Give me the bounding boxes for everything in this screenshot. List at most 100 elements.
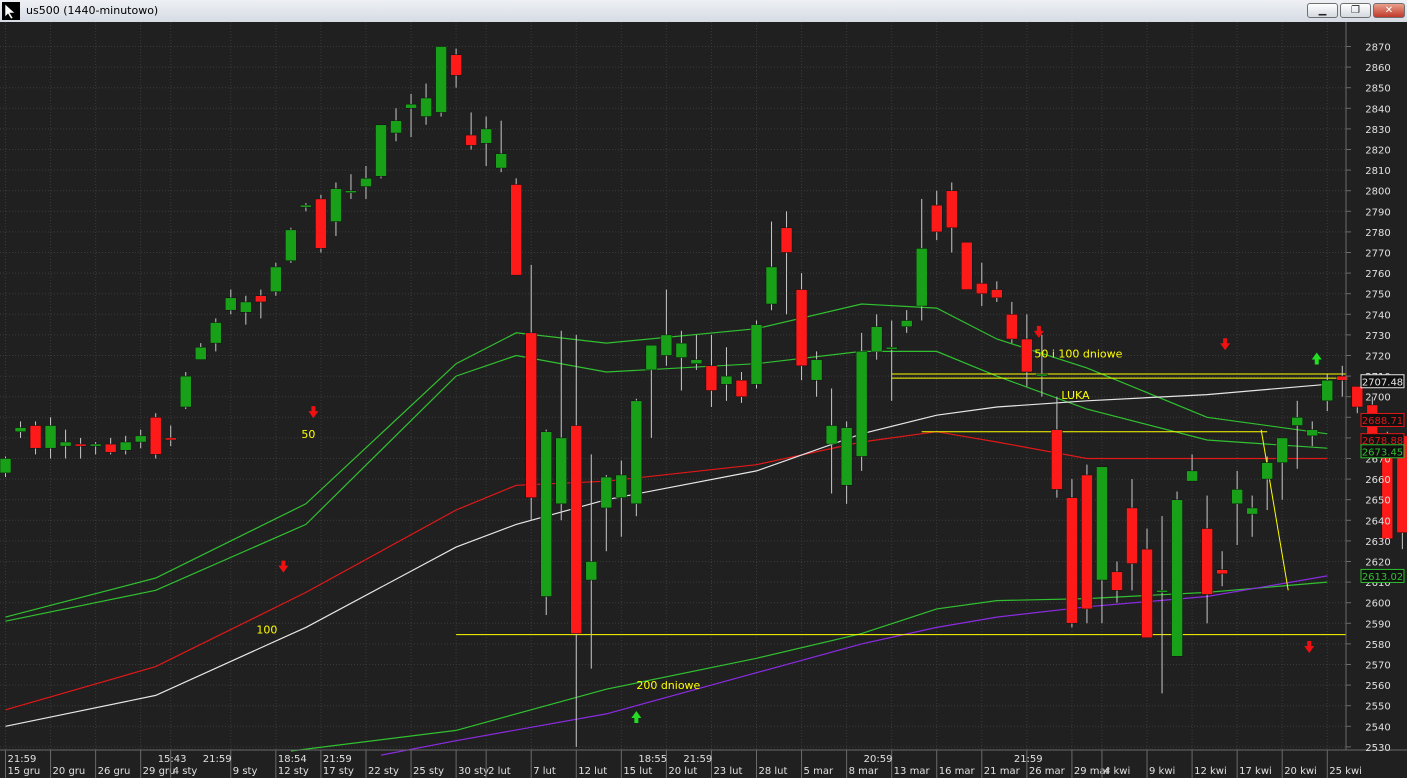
- chart-annotation: 100: [256, 624, 277, 637]
- candle-down: [780, 227, 793, 253]
- candle-down: [1111, 571, 1123, 591]
- candle-up: [915, 248, 928, 307]
- y-tick-label: 2640: [1365, 516, 1390, 527]
- x-time-label: 20:59: [864, 754, 893, 765]
- candle-up: [390, 120, 402, 134]
- candle-down: [1081, 474, 1093, 610]
- maximize-button[interactable]: ❐: [1340, 3, 1371, 18]
- x-date-label: 30 sty: [458, 766, 489, 777]
- y-tick-label: 2660: [1365, 475, 1390, 486]
- candle-up: [435, 46, 447, 113]
- minimize-button[interactable]: ▁: [1307, 3, 1338, 18]
- window-title: us500 (1440-minutowo): [26, 4, 159, 17]
- x-time-label: 15:43: [158, 754, 187, 765]
- x-date-label: 5 mar: [804, 766, 834, 777]
- candle-up: [675, 342, 688, 358]
- x-date-label: 15 lut: [623, 766, 652, 777]
- candle-down: [255, 295, 267, 303]
- candle-down: [1066, 497, 1078, 624]
- price-chart[interactable]: 50 100 50 i 100 dniowe LUKA 200 dniowe 2530 2…: [0, 22, 1407, 778]
- candle-up: [765, 266, 778, 305]
- y-tick-label: 2770: [1365, 249, 1390, 260]
- x-time-label: 18:55: [638, 754, 667, 765]
- y-tick-label: 2590: [1365, 619, 1390, 630]
- candle-up: [555, 437, 567, 505]
- x-date-label: 28 lut: [759, 766, 788, 777]
- y-tick-label: 2810: [1365, 166, 1390, 177]
- x-date-label: 23 lut: [713, 766, 742, 777]
- chart-annotation: 200 dniowe: [636, 679, 700, 692]
- x-date-label: 26 gru: [98, 766, 131, 777]
- y-tick-label: 2720: [1365, 352, 1390, 363]
- window-titlebar: us500 (1440-minutowo) ▁ ❐ ✕: [0, 0, 1407, 23]
- candle-down: [570, 425, 583, 634]
- x-date-label: 4 kwi: [1104, 766, 1130, 777]
- candle-up: [690, 359, 703, 364]
- y-tick-label: 2830: [1365, 125, 1390, 136]
- y-tick-label: 2560: [1365, 681, 1390, 692]
- x-time-label: 21:59: [683, 754, 712, 765]
- candle-up: [495, 153, 507, 169]
- y-tick-label: 2850: [1365, 84, 1390, 95]
- candle-up: [885, 347, 898, 350]
- y-tick-label: 2600: [1365, 599, 1390, 610]
- y-tick-label: 2650: [1365, 496, 1390, 507]
- candle-down: [1051, 429, 1063, 490]
- y-tick-label: 2730: [1365, 331, 1390, 342]
- y-tick-label: 2550: [1365, 702, 1390, 713]
- x-date-label: 20 gru: [53, 766, 86, 777]
- candle-down: [29, 425, 42, 449]
- candle-up: [810, 359, 823, 381]
- candle-up: [179, 375, 192, 408]
- candle-up: [44, 425, 57, 449]
- candle-up: [225, 297, 237, 311]
- y-tick-label: 2750: [1365, 290, 1390, 301]
- candle-up: [720, 375, 733, 385]
- candle-up: [134, 435, 147, 443]
- candle-up: [645, 344, 658, 371]
- candle-down: [1126, 507, 1138, 564]
- y-tick-label: 2860: [1365, 63, 1390, 74]
- x-date-label: 20 kwi: [1284, 766, 1317, 777]
- candle-up: [345, 190, 357, 193]
- x-date-label: 26 mar: [1029, 766, 1066, 777]
- x-time-label: 21:59: [323, 754, 352, 765]
- candle-down: [961, 241, 973, 290]
- x-time-label: 18:54: [278, 754, 307, 765]
- x-date-label: 4 sty: [173, 766, 198, 777]
- x-date-label: 17 sty: [323, 766, 354, 777]
- candle-up: [840, 427, 853, 486]
- y-tick-label: 2790: [1365, 207, 1390, 218]
- candle-up: [285, 229, 297, 261]
- y-tick-label: 2760: [1365, 269, 1390, 280]
- candle-up: [1261, 462, 1273, 480]
- candle-up: [360, 178, 372, 187]
- candle-down: [315, 198, 327, 249]
- price-tag-label: 2673.45: [1362, 447, 1403, 458]
- close-button[interactable]: ✕: [1373, 3, 1405, 18]
- x-date-label: 15 gru: [8, 766, 41, 777]
- candle-up: [375, 124, 387, 177]
- x-date-label: 25 kwi: [1329, 766, 1362, 777]
- candle-up: [1186, 470, 1198, 482]
- candle-up: [1306, 429, 1318, 437]
- candle-down: [795, 289, 808, 367]
- y-tick-label: 2530: [1365, 743, 1390, 754]
- candle-down: [1201, 528, 1213, 595]
- candle-up: [0, 458, 12, 474]
- candle-up: [750, 324, 763, 385]
- candle-up: [195, 347, 207, 360]
- candle-up: [660, 334, 673, 356]
- y-tick-label: 2740: [1365, 310, 1390, 321]
- candle-down: [525, 332, 537, 498]
- candle-up: [870, 326, 883, 352]
- candle-up: [14, 427, 27, 432]
- candle-up: [89, 443, 102, 447]
- x-date-label: 21 mar: [984, 766, 1021, 777]
- candle-up: [630, 400, 643, 505]
- candle-up: [405, 103, 417, 109]
- candle-down: [705, 365, 718, 391]
- candle-up: [900, 320, 913, 327]
- x-date-label: 25 sty: [413, 766, 444, 777]
- chart-annotation: 50: [301, 428, 315, 441]
